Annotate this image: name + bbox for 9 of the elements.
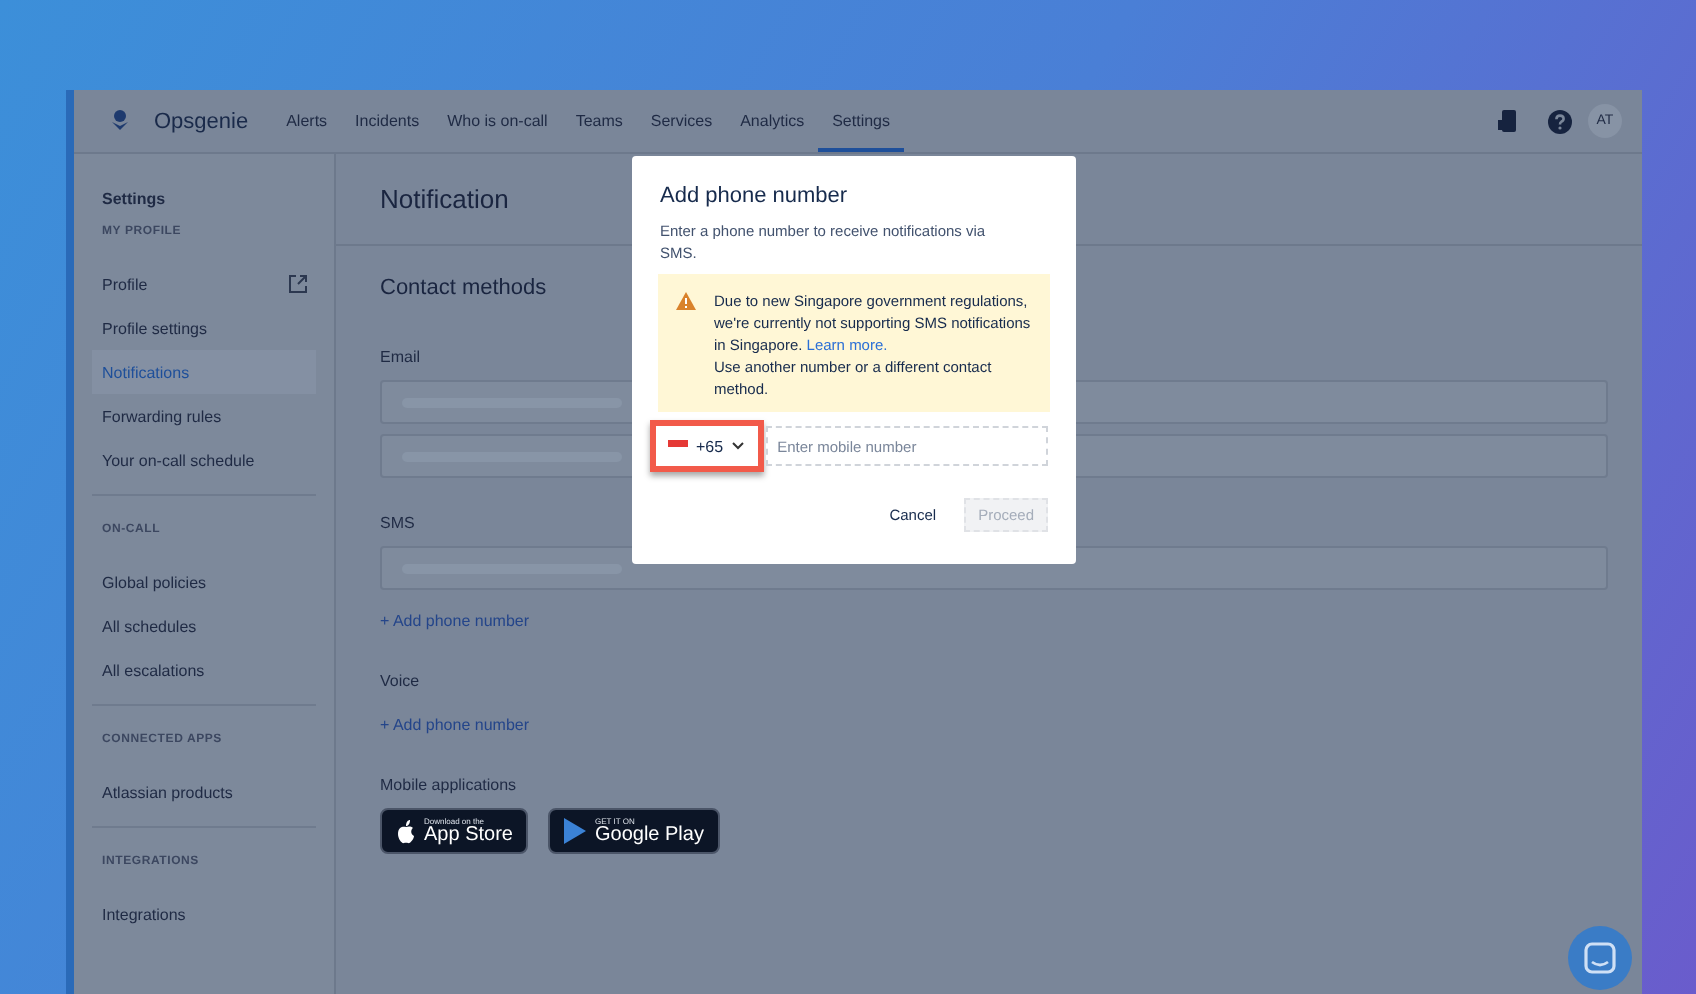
dialog-title: Add phone number [660,184,850,208]
page-title: Notification [380,184,509,214]
group-label: Voice [380,672,420,690]
group-label: Mobile applications [380,776,517,794]
section-title: Contact methods [380,276,549,300]
group-label: Email [380,348,421,366]
app-name: Opsgenie [154,109,249,133]
group-label: SMS [380,514,415,532]
sidebar-title: Settings [100,190,168,212]
